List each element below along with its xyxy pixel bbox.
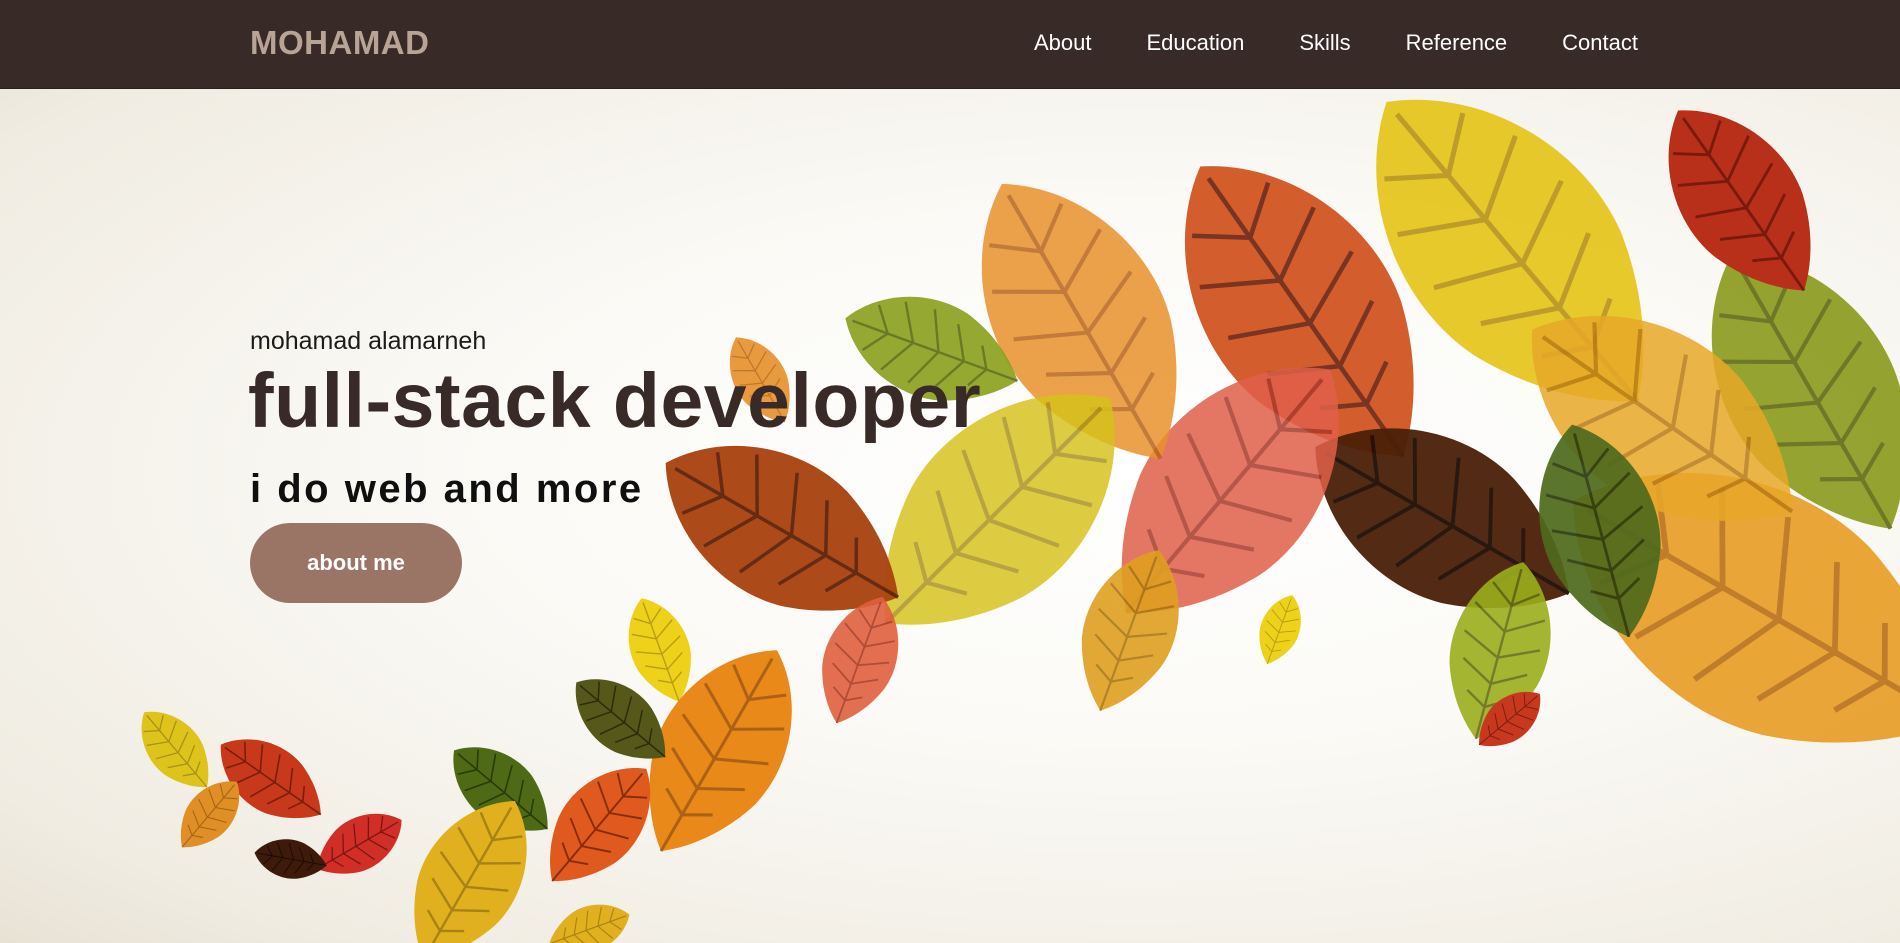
hero-tagline: i do web and more [250,467,644,511]
brand-logo[interactable]: MOHAMAD [250,24,429,62]
nav-link-reference[interactable]: Reference [1406,30,1508,56]
nav-link-skills[interactable]: Skills [1299,30,1350,56]
nav-link-contact[interactable]: Contact [1562,30,1638,56]
hero-subtitle: mohamad alamarneh [250,327,487,355]
nav-link-about[interactable]: About [1034,30,1092,56]
autumn-leaves-illustration [124,89,1900,943]
nav-link-education[interactable]: Education [1146,30,1244,56]
hero-section: mohamad alamarneh full-stack developer i… [0,89,1900,943]
about-me-button[interactable]: about me [250,523,462,603]
top-navbar: MOHAMAD About Education Skills Reference… [0,0,1900,89]
nav-links: About Education Skills Reference Contact [979,30,1638,56]
hero-headline: full-stack developer [248,358,982,444]
